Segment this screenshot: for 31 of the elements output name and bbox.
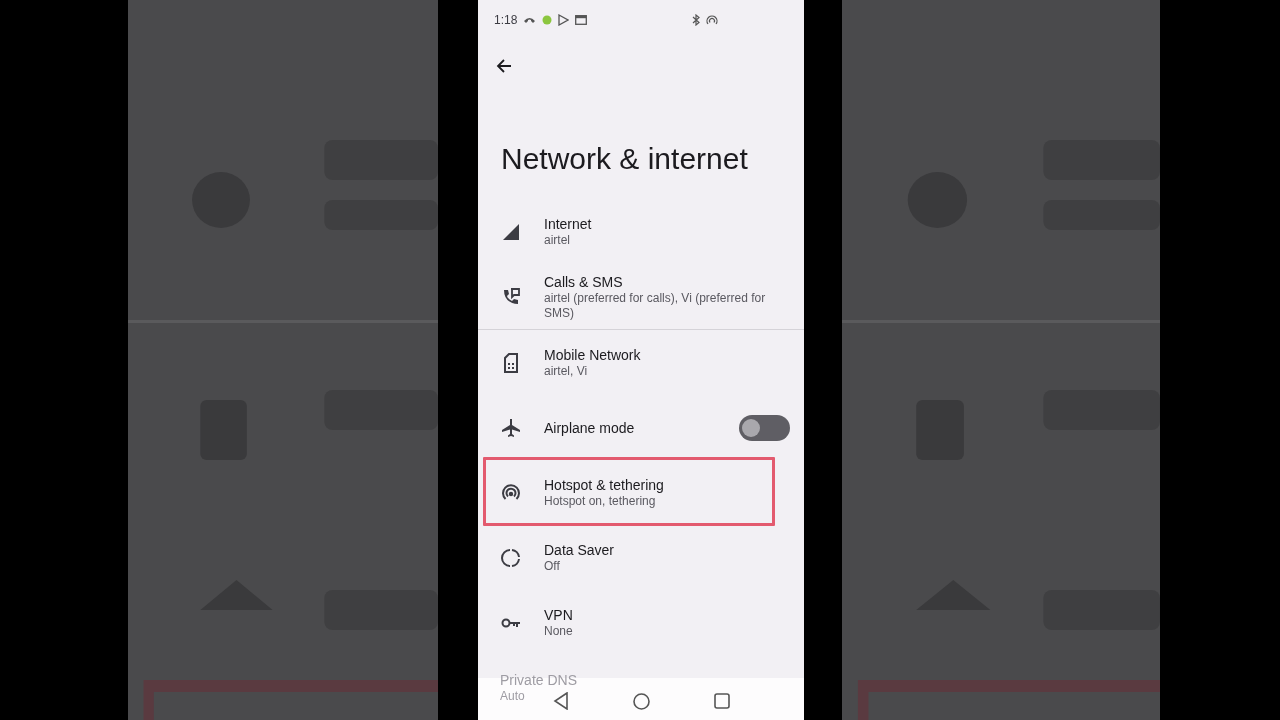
call-icon (523, 15, 537, 26)
hotspot-status-icon (706, 14, 718, 26)
setting-summary: Off (544, 559, 561, 574)
setting-title[interactable]: Mobile Network (544, 346, 788, 364)
setting-summary: airtel, Vi (544, 364, 589, 379)
key-icon (501, 616, 521, 629)
setting-title[interactable]: Data Saver (544, 541, 788, 559)
setting-title[interactable]: VPN (544, 606, 788, 624)
setting-title[interactable]: Hotspot & tethering (544, 476, 788, 494)
setting-title[interactable]: Internet (544, 215, 788, 233)
data-saver-icon (501, 547, 521, 568)
setting-title[interactable]: Airplane mode (544, 418, 723, 437)
android-icon (542, 15, 553, 26)
toggle-switch[interactable] (739, 414, 790, 441)
recents-nav-icon[interactable] (713, 693, 730, 709)
setting-title[interactable]: Calls & SMS (544, 272, 788, 291)
sim-card-icon (503, 352, 519, 373)
bluetooth-icon (692, 14, 700, 27)
status-time: 1:18 (494, 12, 518, 30)
setting-summary: Auto (500, 689, 525, 704)
play-icon (558, 14, 570, 27)
phone-message-icon (501, 286, 521, 307)
back-nav-icon[interactable] (552, 692, 569, 710)
page-title: Network & internet (501, 141, 748, 177)
window-icon (575, 15, 588, 26)
setting-summary: None (544, 624, 574, 639)
setting-summary: airtel (preferred for calls), Vi (preferred for SMS) (544, 290, 767, 321)
setting-summary: airtel (544, 233, 571, 248)
home-nav-icon[interactable] (632, 692, 650, 710)
airplane-icon (501, 417, 521, 438)
setting-summary: Hotspot on, tethering (544, 494, 657, 509)
